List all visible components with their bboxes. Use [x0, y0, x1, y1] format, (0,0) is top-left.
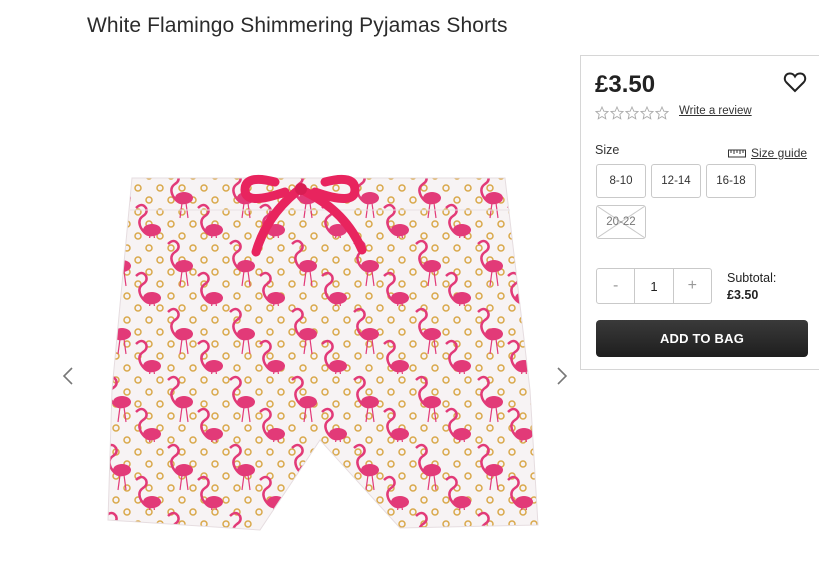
star-icon — [640, 106, 654, 120]
size-option-8-10[interactable]: 8-10 — [596, 164, 646, 198]
write-review-link[interactable]: Write a review — [679, 105, 752, 117]
size-option-20-22[interactable]: 20-22 — [596, 205, 646, 239]
size-option-12-14[interactable]: 12-14 — [651, 164, 701, 198]
rating-stars — [595, 106, 669, 120]
heart-icon — [783, 72, 807, 93]
ruler-icon — [728, 149, 746, 158]
chevron-left-icon — [62, 367, 73, 385]
star-icon — [625, 106, 639, 120]
product-image — [100, 170, 540, 550]
wishlist-button[interactable] — [783, 71, 807, 93]
star-icon — [610, 106, 624, 120]
quantity-increase-button[interactable]: + — [674, 269, 711, 303]
subtotal-label: Subtotal: — [727, 271, 777, 285]
quantity-input[interactable]: 1 — [634, 269, 674, 303]
add-to-bag-button[interactable]: ADD TO BAG — [596, 320, 808, 357]
chevron-right-icon — [557, 367, 568, 385]
size-guide-label: Size guide — [751, 146, 808, 160]
size-label: Size — [595, 143, 620, 157]
product-title: White Flamingo Shimmering Pyjamas Shorts — [87, 14, 508, 37]
size-guide-link[interactable]: Size guide — [728, 146, 807, 160]
prev-image-button[interactable] — [61, 366, 75, 386]
star-icon — [655, 106, 669, 120]
size-option-16-18[interactable]: 16-18 — [706, 164, 756, 198]
product-price: £3.50 — [595, 71, 656, 98]
star-icon — [595, 106, 609, 120]
purchase-panel: £3.50 Write a review Size Size guide 8-1… — [580, 55, 819, 370]
quantity-stepper: - 1 + — [596, 268, 712, 304]
next-image-button[interactable] — [555, 366, 569, 386]
subtotal-value: £3.50 — [727, 288, 759, 302]
quantity-decrease-button[interactable]: - — [597, 269, 634, 303]
